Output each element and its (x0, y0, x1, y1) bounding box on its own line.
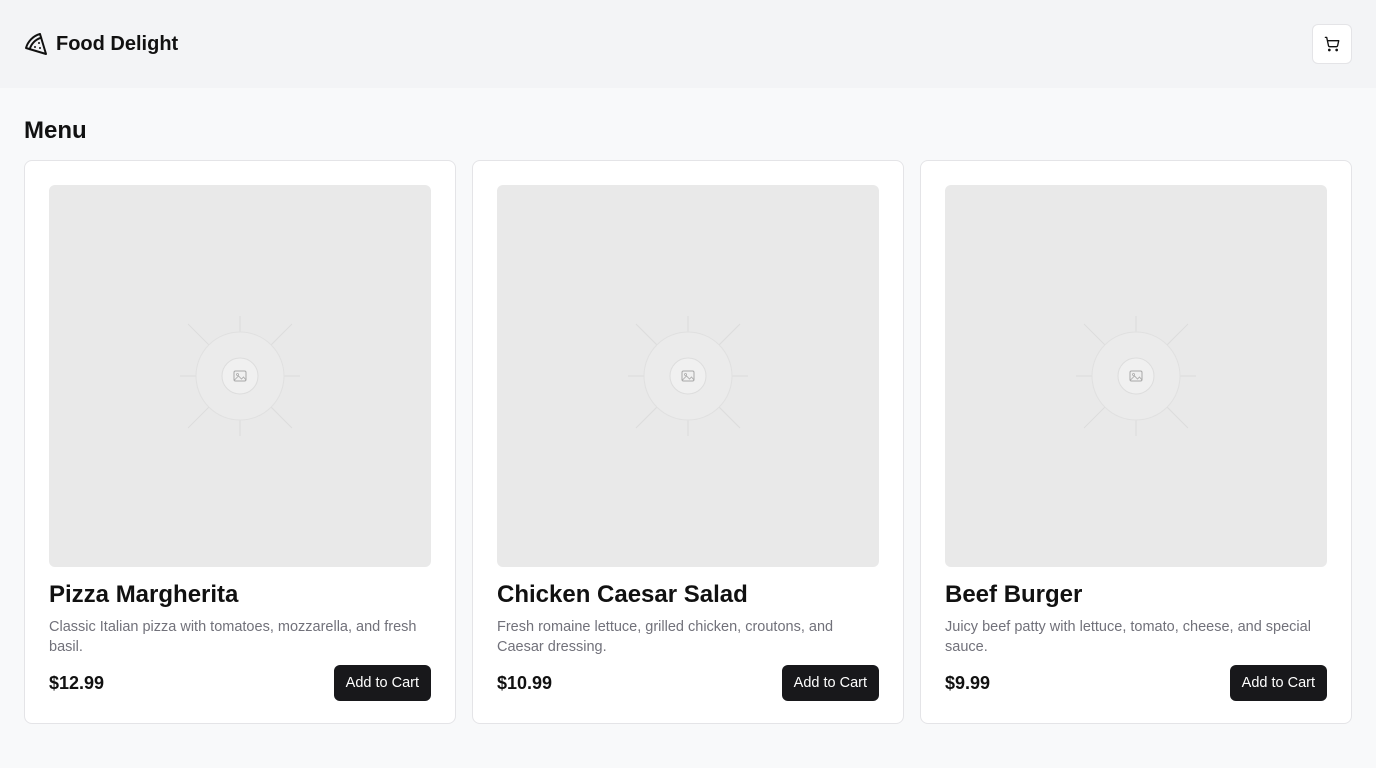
image-placeholder-icon (1076, 316, 1196, 436)
site-header: Food Delight (0, 0, 1376, 88)
item-image (49, 185, 431, 567)
brand[interactable]: Food Delight (24, 32, 178, 56)
add-to-cart-button[interactable]: Add to Cart (781, 665, 879, 701)
main-content: Menu Pizza Margherita Classic Italian pi… (0, 115, 1376, 724)
add-to-cart-button[interactable]: Add to Cart (1229, 665, 1327, 701)
item-description: Classic Italian pizza with tomatoes, moz… (49, 619, 417, 655)
pizza-slice-icon (25, 33, 47, 55)
menu-item-card: Beef Burger Juicy beef patty with lettuc… (920, 160, 1352, 724)
item-price: $12.99 (49, 672, 105, 693)
item-name: Beef Burger (945, 581, 1083, 608)
card-footer: $9.99 Add to Cart (945, 665, 1327, 701)
item-image (945, 185, 1327, 567)
brand-name: Food Delight (56, 32, 179, 55)
item-description: Juicy beef patty with lettuce, tomato, c… (945, 619, 1311, 655)
shopping-cart-icon (1324, 36, 1340, 52)
menu-item-card: Chicken Caesar Salad Fresh romaine lettu… (472, 160, 904, 724)
card-footer: $12.99 Add to Cart (49, 665, 431, 701)
item-price: $10.99 (497, 672, 553, 693)
item-name: Chicken Caesar Salad (497, 581, 748, 608)
add-to-cart-button[interactable]: Add to Cart (333, 665, 431, 701)
page-title: Menu (24, 117, 87, 144)
cart-button[interactable] (1312, 24, 1352, 64)
item-image (497, 185, 879, 567)
menu-item-card: Pizza Margherita Classic Italian pizza w… (24, 160, 456, 724)
item-name: Pizza Margherita (49, 581, 239, 608)
card-footer: $10.99 Add to Cart (497, 665, 879, 701)
item-description: Fresh romaine lettuce, grilled chicken, … (497, 619, 834, 655)
menu-grid: Pizza Margherita Classic Italian pizza w… (24, 160, 1352, 724)
image-placeholder-icon (180, 316, 300, 436)
item-price: $9.99 (945, 672, 991, 693)
image-placeholder-icon (628, 316, 748, 436)
